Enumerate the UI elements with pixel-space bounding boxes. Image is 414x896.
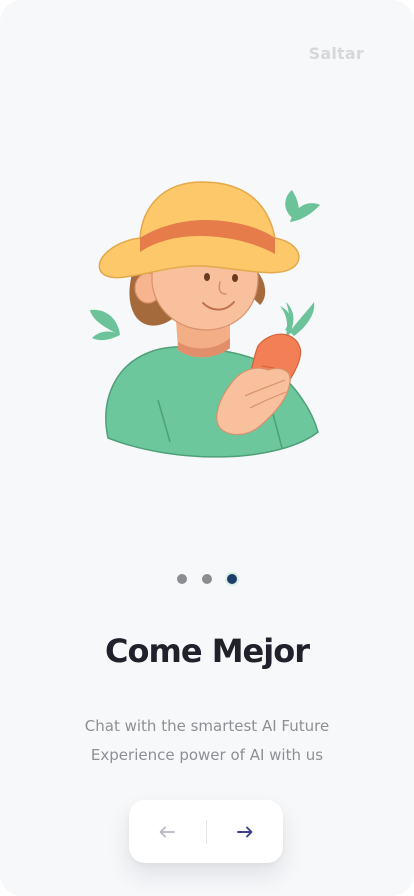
page-description: Chat with the smartest AI Future Experie… [0, 712, 414, 770]
page-title: Come Mejor [105, 632, 310, 670]
description-line-2: Experience power of AI with us [90, 746, 324, 764]
arrow-left-icon [159, 826, 176, 837]
previous-button[interactable] [129, 800, 206, 863]
skip-button[interactable]: Saltar [309, 44, 364, 63]
onboarding-screen: Saltar Come Mejor Chat with the smartest… [0, 0, 414, 896]
navigation-controls [129, 800, 283, 863]
page-dot-3-active[interactable] [227, 574, 237, 584]
farmer-illustration [90, 181, 320, 458]
description-line-1: Chat with the smartest AI Future [84, 717, 330, 735]
page-indicator [0, 574, 414, 584]
page-dot-1[interactable] [177, 574, 187, 584]
page-dot-2[interactable] [202, 574, 212, 584]
arrow-right-icon [236, 826, 253, 837]
next-button[interactable] [207, 800, 284, 863]
